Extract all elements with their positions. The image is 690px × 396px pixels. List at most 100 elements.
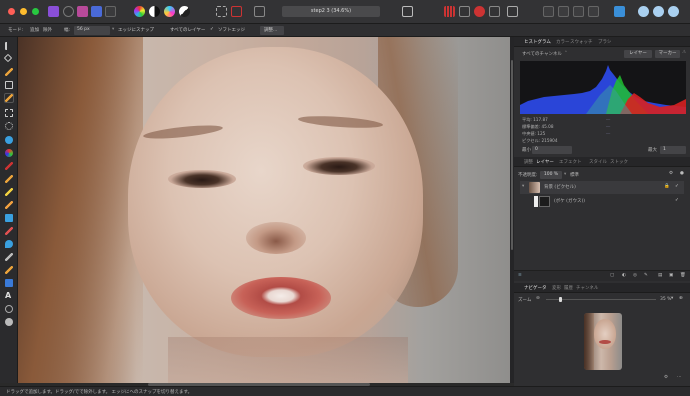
zoom-in-icon[interactable]: ⊕ — [679, 296, 683, 301]
text-tool-icon[interactable]: A — [5, 292, 13, 300]
tab-adjustments[interactable]: 調整 — [524, 159, 533, 165]
smudge-tool-icon[interactable] — [5, 253, 13, 261]
layer-row-background[interactable]: ▾ 背景 (ピクセル) 🔒 ✓ — [520, 181, 684, 194]
new-layer-icon[interactable]: ▣ — [669, 273, 673, 278]
zoom-window-button[interactable] — [32, 8, 39, 15]
tile-view-icon[interactable] — [588, 6, 599, 17]
minimize-window-button[interactable] — [20, 8, 27, 15]
lasso-tool-icon[interactable] — [5, 122, 13, 130]
erase-tool-icon[interactable] — [5, 201, 13, 209]
marquee-tool-icon[interactable] — [5, 109, 13, 117]
blur-tool-icon[interactable] — [5, 240, 13, 248]
layer-menu-icon[interactable]: ● — [680, 171, 684, 176]
brush-stroke-icon[interactable] — [474, 6, 485, 17]
lock-icon[interactable]: 🔒 — [664, 184, 670, 189]
develop-persona-icon[interactable] — [77, 6, 88, 17]
tab-layers[interactable]: レイヤー — [536, 159, 554, 165]
view-mode-2-icon[interactable] — [653, 6, 664, 17]
channel-dropdown-icon[interactable]: ⌃ — [564, 51, 568, 56]
layer-toggle-button[interactable]: レイヤー — [624, 50, 652, 58]
color-wheel-icon[interactable] — [134, 6, 145, 17]
duplicate-window-icon[interactable] — [558, 6, 569, 17]
layer-row-filter[interactable]: (ボケ (ガウス)) ✓ — [520, 195, 684, 208]
deselect-icon[interactable] — [231, 6, 242, 17]
opacity-dropdown-icon[interactable]: ▾ — [564, 172, 566, 177]
adjustment-icon[interactable]: ◐ — [622, 273, 626, 278]
mode-subtract-button[interactable]: 除外 — [43, 27, 52, 33]
invert-selection-icon[interactable] — [254, 6, 265, 17]
max-field[interactable]: 1 — [660, 146, 686, 154]
tone-mapping-persona-icon[interactable] — [91, 6, 102, 17]
view-mode-3-icon[interactable] — [668, 6, 679, 17]
snap-edges-checkbox[interactable]: エッジにスナップ — [118, 27, 154, 33]
navigator-settings-icon[interactable]: ⚙ — [664, 375, 668, 380]
vertical-scrollbar-thumb[interactable] — [511, 60, 513, 250]
tab-brushes[interactable]: ブラシ — [598, 39, 611, 45]
soft-edges-check-icon[interactable]: ✓ — [210, 27, 214, 32]
new-window-icon[interactable] — [543, 6, 554, 17]
navigator-menu-icon[interactable]: ⋯ — [677, 375, 682, 380]
close-window-button[interactable] — [8, 8, 15, 15]
marker-toggle-button[interactable]: マーカー — [655, 50, 680, 58]
tab-channels[interactable]: チャンネル — [576, 285, 598, 291]
view-mode-icon[interactable] — [638, 6, 649, 17]
document-canvas[interactable] — [18, 37, 511, 383]
mask-icon[interactable]: ▢ — [610, 273, 614, 278]
zoom-value[interactable]: 35 % — [660, 297, 671, 302]
pen-tool-icon[interactable] — [5, 266, 13, 274]
expand-layer-icon[interactable]: ▾ — [522, 184, 524, 189]
paint-brush-icon[interactable] — [5, 162, 13, 170]
width-dropdown-icon[interactable]: ▾ — [112, 27, 114, 32]
view-tool-icon[interactable] — [5, 42, 13, 50]
zoom-out-icon[interactable]: ⊖ — [536, 296, 540, 301]
all-layers-checkbox[interactable]: すべてのレイヤー — [170, 27, 205, 33]
hsl-icon[interactable] — [164, 6, 175, 17]
tab-histogram[interactable]: ヒストグラム — [524, 39, 551, 45]
live-filter-icon[interactable]: ✎ — [644, 273, 648, 278]
tab-transform[interactable]: 変形 — [552, 285, 561, 291]
shape-tool-icon[interactable] — [5, 279, 13, 287]
zoom-tool-icon[interactable] — [5, 305, 13, 313]
tab-navigator[interactable]: ナビゲータ — [524, 285, 547, 291]
arrange-icon[interactable] — [507, 6, 518, 17]
flood-fill-icon[interactable] — [5, 136, 13, 144]
color-replace-icon[interactable] — [5, 149, 13, 157]
layer-settings-icon[interactable]: ⚙ — [669, 171, 673, 176]
studio-toggle-icon[interactable] — [614, 6, 625, 17]
refine-button[interactable]: 調整... — [264, 27, 277, 33]
move-tool-icon[interactable] — [3, 53, 13, 63]
group-icon[interactable]: ▤ — [658, 273, 662, 278]
mode-add-button[interactable]: 追加 — [30, 27, 39, 33]
zoom-slider-thumb[interactable] — [559, 297, 562, 302]
tab-history[interactable]: 履歴 — [564, 285, 573, 291]
navigator-thumbnail[interactable] — [584, 313, 622, 370]
channel-select[interactable]: すべてのチャンネル — [522, 51, 562, 57]
document-title[interactable]: step2 3 (34.6%) — [282, 6, 380, 17]
color-picker-icon[interactable] — [5, 68, 13, 76]
dropdown-icon[interactable] — [489, 6, 500, 17]
opacity-field[interactable]: 100 % — [540, 171, 562, 179]
app-persona-icon[interactable] — [48, 6, 59, 17]
filter-visibility-check-icon[interactable]: ✓ — [675, 198, 679, 203]
healing-tool-icon[interactable] — [5, 227, 13, 235]
sampler-tool-icon[interactable] — [5, 318, 13, 326]
levels-icon[interactable] — [149, 6, 160, 17]
tab-color[interactable]: カラー — [556, 39, 570, 45]
delete-layer-icon[interactable]: 🗑 — [680, 273, 686, 278]
dodge-tool-icon[interactable] — [5, 188, 13, 196]
quick-mask-icon[interactable] — [402, 6, 413, 17]
tab-styles[interactable]: スタイル — [589, 159, 607, 165]
blend-mode-select[interactable]: 標準 — [570, 172, 579, 178]
zoom-slider-track[interactable] — [546, 299, 656, 300]
assistant-icon[interactable] — [444, 6, 455, 17]
fx-icon[interactable]: ◎ — [633, 273, 637, 278]
split-view-icon[interactable] — [573, 6, 584, 17]
snapping-icon[interactable] — [459, 6, 470, 17]
selection-brush-icon[interactable] — [4, 93, 14, 103]
layers-stack-icon[interactable]: ≡ — [518, 273, 522, 278]
tab-stock[interactable]: ストック — [610, 159, 628, 165]
soft-edges-checkbox[interactable]: ソフトエッジ — [218, 27, 245, 33]
zoom-dropdown-icon[interactable]: ▾ — [671, 296, 673, 301]
export-persona-icon[interactable] — [105, 6, 116, 17]
tab-swatches[interactable]: スウォッチ — [570, 39, 593, 45]
